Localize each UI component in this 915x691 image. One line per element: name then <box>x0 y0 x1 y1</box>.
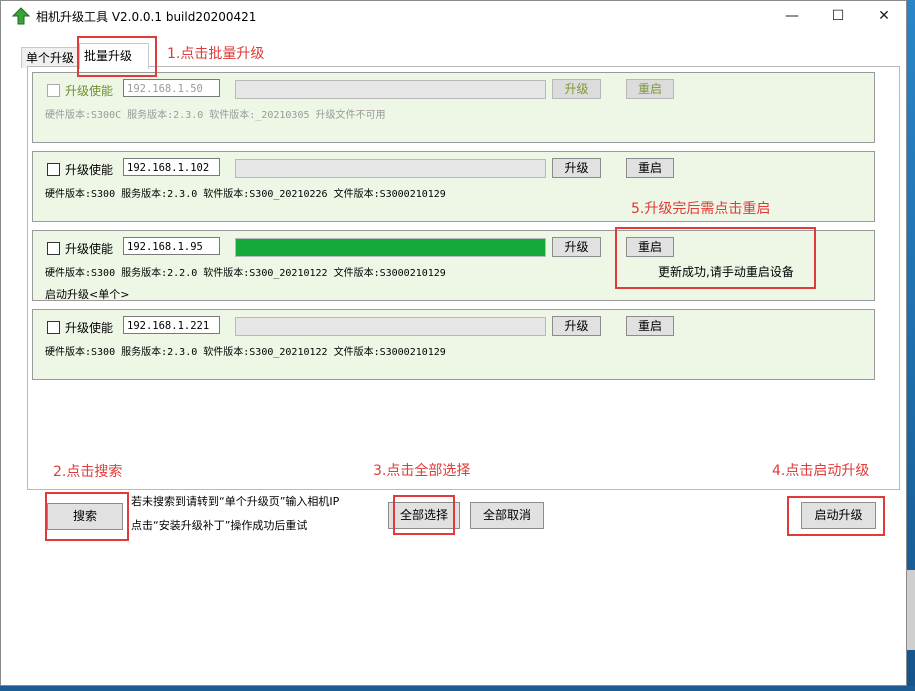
reboot-button[interactable]: 重启 <box>626 79 674 99</box>
annotation-box-step3 <box>393 495 455 535</box>
annotation-box-step4 <box>787 496 885 536</box>
close-button[interactable]: ✕ <box>861 1 906 31</box>
tab-batch-upgrade[interactable]: 批量升级 <box>79 43 149 69</box>
annotation-box-step2 <box>45 492 129 541</box>
device-row: 升级使能 192.168.1.50 升级 重启 硬件版本:S300C 服务版本:… <box>32 72 875 143</box>
upgrade-mode-label: 启动升级<单个> <box>45 288 130 301</box>
progress-fill <box>236 239 545 256</box>
ip-field[interactable]: 192.168.1.221 <box>123 316 220 334</box>
annotation-step4: 4.点击启动升级 <box>772 463 870 479</box>
upgrade-button[interactable]: 升级 <box>552 237 601 257</box>
enable-checkbox[interactable] <box>47 242 60 255</box>
enable-label: 升级使能 <box>65 242 114 256</box>
device-row: 升级使能 192.168.1.221 升级 重启 硬件版本:S300 服务版本:… <box>32 309 875 380</box>
reboot-button[interactable]: 重启 <box>626 158 674 178</box>
ip-field[interactable]: 192.168.1.95 <box>123 237 220 255</box>
annotation-box-step5 <box>615 227 816 289</box>
enable-checkbox[interactable] <box>47 321 60 334</box>
background-scrollbar <box>907 570 915 650</box>
upgrade-button[interactable]: 升级 <box>552 79 601 99</box>
hint-line-2: 点击“安装升级补丁”操作成功后重试 <box>131 519 308 532</box>
taskbar <box>0 686 915 691</box>
progress-bar <box>235 317 546 336</box>
title-bar[interactable]: 相机升级工具 V2.0.0.1 build20200421 — ☐ ✕ <box>1 1 906 31</box>
ip-field[interactable]: 192.168.1.50 <box>123 79 220 97</box>
minimize-button[interactable]: — <box>769 1 815 31</box>
app-window: 相机升级工具 V2.0.0.1 build20200421 — ☐ ✕ 单个升级… <box>0 0 907 686</box>
annotation-step3: 3.点击全部选择 <box>373 463 471 479</box>
upgrade-button[interactable]: 升级 <box>552 158 601 178</box>
enable-checkbox[interactable] <box>47 163 60 176</box>
hint-line-1: 若未搜索到请转到“单个升级页”输入相机IP <box>131 495 340 508</box>
enable-checkbox[interactable] <box>47 84 60 97</box>
annotation-step2: 2.点击搜索 <box>53 464 123 480</box>
deselect-all-button[interactable]: 全部取消 <box>470 502 544 529</box>
upgrade-button[interactable]: 升级 <box>552 316 601 336</box>
annotation-step5: 5.升级完后需点击重启 <box>631 201 771 217</box>
progress-bar <box>235 159 546 178</box>
version-info: 硬件版本:S300 服务版本:2.3.0 软件版本:S300_20210122 … <box>45 347 446 358</box>
version-info: 硬件版本:S300 服务版本:2.3.0 软件版本:S300_20210226 … <box>45 189 446 200</box>
ip-field[interactable]: 192.168.1.102 <box>123 158 220 176</box>
version-info: 硬件版本:S300 服务版本:2.2.0 软件版本:S300_20210122 … <box>45 268 446 279</box>
maximize-button[interactable]: ☐ <box>815 1 861 31</box>
enable-label: 升级使能 <box>65 84 114 98</box>
enable-label: 升级使能 <box>65 321 114 335</box>
version-info: 硬件版本:S300C 服务版本:2.3.0 软件版本:_20210305 升级文… <box>45 110 386 121</box>
progress-bar <box>235 238 546 257</box>
window-title: 相机升级工具 V2.0.0.1 build20200421 <box>36 10 257 24</box>
reboot-button[interactable]: 重启 <box>626 316 674 336</box>
upload-arrow-icon <box>12 7 30 25</box>
progress-bar <box>235 80 546 99</box>
enable-label: 升级使能 <box>65 163 114 177</box>
annotation-step1: 1.点击批量升级 <box>167 46 265 62</box>
